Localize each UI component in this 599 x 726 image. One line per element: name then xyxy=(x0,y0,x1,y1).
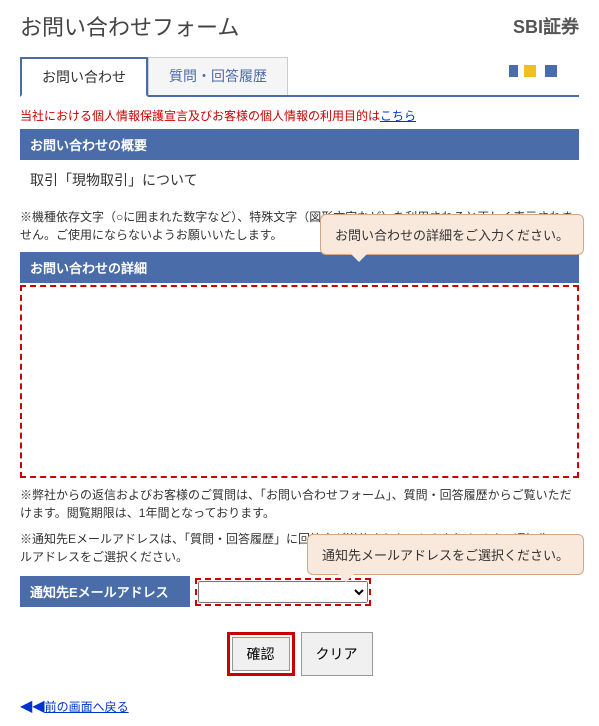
back-link[interactable]: 前の画面へ戻る xyxy=(45,700,129,714)
button-row: 確認 クリア xyxy=(20,632,579,676)
page-title: お問い合わせフォーム xyxy=(20,10,239,42)
textarea-highlight xyxy=(20,285,579,478)
tab-bar: お問い合わせ 質問・回答履歴 xyxy=(20,57,579,97)
detail-header: お問い合わせの詳細 xyxy=(20,252,579,283)
confirm-button-highlight: 確認 xyxy=(227,632,295,676)
back-link-row: ◀◀前の画面へ戻る xyxy=(20,696,579,716)
overview-header: お問い合わせの概要 xyxy=(20,129,579,160)
back-arrow-icon: ◀◀ xyxy=(20,698,45,715)
inquiry-topic: 取引「現物取引」について xyxy=(20,160,579,200)
tab-history[interactable]: 質問・回答履歴 xyxy=(148,57,288,95)
callout-email: 通知先メールアドレスをご選択ください。 xyxy=(307,534,584,575)
detail-section: お問い合わせの詳細をご入力ください。 お問い合わせの詳細 xyxy=(20,252,579,478)
callout-detail: お問い合わせの詳細をご入力ください。 xyxy=(320,214,584,255)
privacy-text: 当社における個人情報保護宣言及びお客様の個人情報の利用目的は xyxy=(20,109,380,123)
privacy-link[interactable]: こちら xyxy=(380,109,416,123)
inquiry-detail-textarea[interactable] xyxy=(24,289,575,469)
tab-inquiry[interactable]: お問い合わせ xyxy=(20,57,148,97)
clear-button[interactable]: クリア xyxy=(301,632,373,676)
page-header: お問い合わせフォーム SBI証券 xyxy=(20,10,579,42)
header-graphic-icon xyxy=(509,65,569,80)
confirm-button[interactable]: 確認 xyxy=(232,637,290,671)
reply-note-1: ※弊社からの返信およびお客様のご質問は、「お問い合わせフォーム」、質問・回答履歴… xyxy=(20,486,579,522)
email-section: 通知先メールアドレスをご選択ください。 通知先Eメールアドレス xyxy=(20,576,579,607)
email-label: 通知先Eメールアドレス xyxy=(20,576,190,607)
brand-logo: SBI証券 xyxy=(513,13,579,39)
privacy-notice: 当社における個人情報保護宣言及びお客様の個人情報の利用目的はこちら xyxy=(20,107,579,124)
